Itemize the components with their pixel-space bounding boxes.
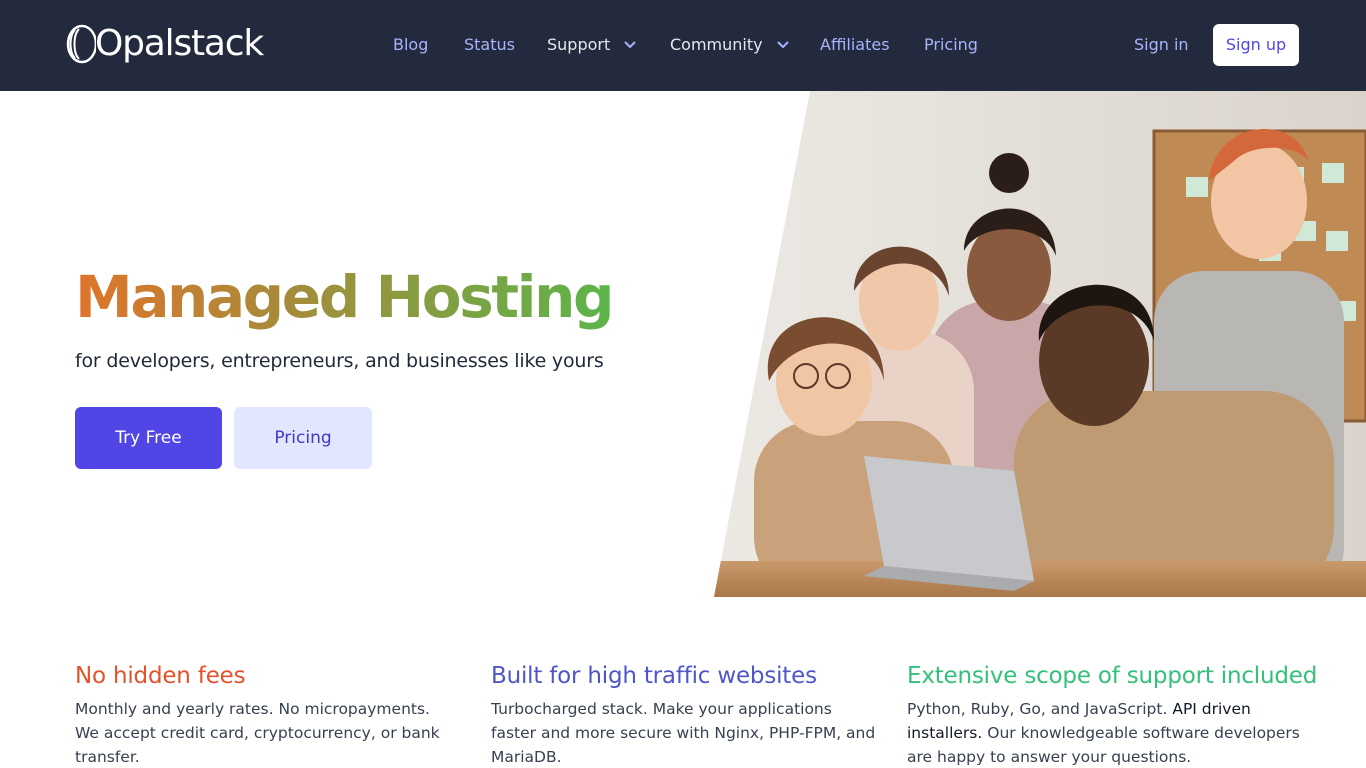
feature-high-traffic: Built for high traffic websites Turbocha…: [491, 660, 891, 768]
nav-pricing-link[interactable]: Pricing: [924, 34, 978, 56]
feature-text: Python, Ruby, Go, and JavaScript. API dr…: [907, 697, 1307, 768]
feature-title: Built for high traffic websites: [491, 663, 817, 689]
hero-title: Managed Hosting: [75, 263, 615, 331]
nav-blog-link[interactable]: Blog: [393, 34, 428, 56]
sign-up-button[interactable]: Sign up: [1213, 24, 1299, 66]
try-free-button[interactable]: Try Free: [75, 407, 222, 469]
nav-support-dropdown[interactable]: Support: [547, 34, 636, 56]
brand-name: Opalstack: [95, 23, 264, 64]
sign-in-link[interactable]: Sign in: [1134, 34, 1189, 56]
hero-team-photo: [714, 91, 1366, 597]
chevron-down-icon: [777, 41, 789, 48]
brand-logo[interactable]: Opalstack: [66, 22, 264, 66]
nav-affiliates-link[interactable]: Affiliates: [820, 34, 890, 56]
pricing-button[interactable]: Pricing: [234, 407, 372, 469]
feature-support-scope: Extensive scope of support included Pyth…: [907, 660, 1318, 768]
feature-text-languages: Python, Ruby, Go, and JavaScript.: [907, 700, 1168, 718]
hero-subtitle: for developers, entrepreneurs, and busin…: [75, 350, 604, 372]
feature-no-hidden-fees: No hidden fees Monthly and yearly rates.…: [75, 660, 475, 768]
top-navbar: Opalstack Blog Status Support Community …: [0, 0, 1366, 91]
chevron-down-icon: [624, 41, 636, 48]
feature-text: Turbocharged stack. Make your applicatio…: [491, 700, 876, 766]
opal-logo-icon: [66, 24, 96, 64]
nav-community-label: Community: [670, 35, 763, 54]
feature-text: Monthly and yearly rates. No micropaymen…: [75, 700, 440, 766]
nav-support-label: Support: [547, 35, 611, 54]
nav-community-dropdown[interactable]: Community: [670, 34, 789, 56]
feature-title: Extensive scope of support included: [907, 663, 1318, 689]
feature-title: No hidden fees: [75, 663, 246, 689]
nav-status-link[interactable]: Status: [464, 34, 515, 56]
